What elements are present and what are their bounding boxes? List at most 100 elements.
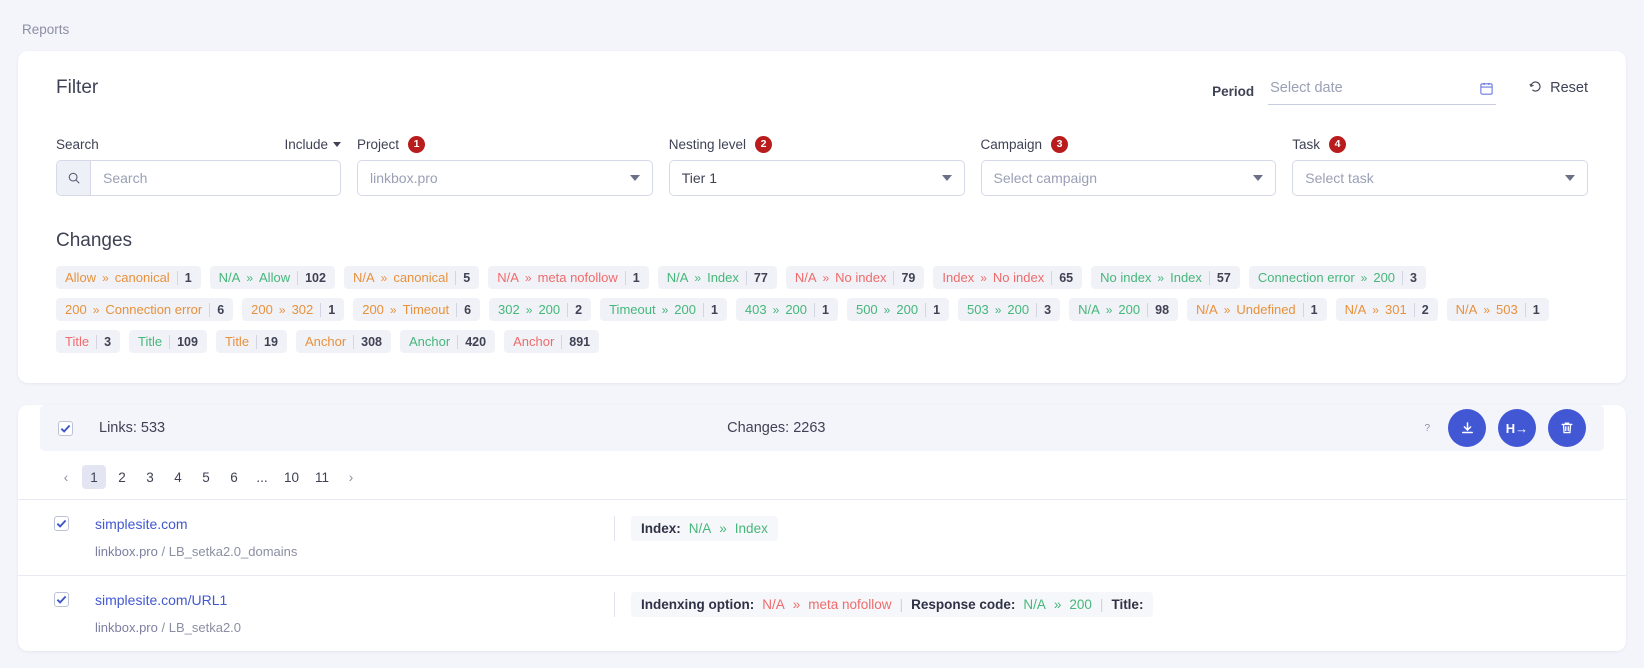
tag-to: 200	[1007, 302, 1030, 317]
period-date-input[interactable]: Select date	[1268, 77, 1497, 105]
pagination-page-6[interactable]: 6	[222, 465, 246, 489]
results-actions: ? H→	[1424, 409, 1586, 447]
change-tag[interactable]: N/A » 301 2	[1335, 298, 1438, 321]
row-url-link[interactable]: simplesite.com	[95, 516, 297, 532]
row-task[interactable]: LB_setka2.0	[169, 620, 241, 635]
tag-to: canonical	[114, 270, 170, 285]
double-chevron-right-icon: »	[772, 302, 780, 317]
double-chevron-right-icon: »	[246, 270, 254, 285]
change-tag[interactable]: Title 19	[215, 330, 287, 353]
pagination-next[interactable]: ›	[339, 465, 363, 489]
double-chevron-right-icon: »	[1157, 270, 1165, 285]
download-button[interactable]	[1448, 409, 1486, 447]
change-tag[interactable]: Connection error » 200 3	[1248, 266, 1426, 289]
tag-from: Title	[65, 334, 90, 349]
row-left: simplesite.com linkbox.pro / LB_setka2.0_…	[54, 516, 614, 559]
pagination-page-1[interactable]: 1	[82, 465, 106, 489]
change-tag[interactable]: Timeout » 200 1	[600, 298, 727, 321]
change-tag[interactable]: N/A » No index 79	[785, 266, 925, 289]
tag-from: 200	[251, 302, 273, 317]
tag-to: 200	[896, 302, 919, 317]
select-all-checkbox[interactable]	[58, 420, 73, 436]
chip-from: N/A	[688, 521, 712, 536]
project-badge: 1	[408, 135, 426, 153]
search-input[interactable]	[91, 161, 340, 195]
change-tag[interactable]: Title 109	[129, 330, 207, 353]
tag-from: N/A	[1344, 302, 1367, 317]
change-tag[interactable]: 200 » Connection error 6	[56, 298, 234, 321]
change-tag[interactable]: N/A » canonical 5	[343, 266, 480, 289]
chevron-down-icon	[941, 175, 952, 181]
change-tag[interactable]: N/A » 503 1	[1446, 298, 1549, 321]
change-tag[interactable]: N/A » meta nofollow 1	[488, 266, 649, 289]
row-checkbox[interactable]	[54, 592, 69, 607]
tag-count: 1	[624, 270, 640, 285]
pagination-page-2[interactable]: 2	[110, 465, 134, 489]
pagination-page-11[interactable]: 11	[309, 465, 335, 489]
tag-count: 6	[209, 302, 224, 317]
change-tag[interactable]: Anchor 891	[504, 330, 600, 353]
question-mark-icon[interactable]: ?	[1424, 423, 1430, 434]
calendar-icon[interactable]	[1479, 81, 1494, 96]
results-toolbar: Links: 533 Changes: 2263 ? H→	[40, 405, 1604, 451]
double-chevron-right-icon: »	[980, 270, 987, 285]
search-icon[interactable]	[57, 161, 91, 195]
change-tag[interactable]: 500 » 200 1	[846, 298, 950, 321]
change-tag[interactable]: N/A » 200 98	[1069, 298, 1179, 321]
pagination-page-3[interactable]: 3	[138, 465, 162, 489]
double-chevron-right-icon: »	[524, 270, 532, 285]
tag-to: Timeout	[402, 302, 450, 317]
change-tag[interactable]: 200 » 302 1	[242, 298, 345, 321]
task-select[interactable]: Select task	[1292, 160, 1588, 196]
project-select[interactable]: linkbox.pro	[357, 160, 653, 196]
change-tag[interactable]: 200 » Timeout 6	[353, 298, 481, 321]
pagination-page-4[interactable]: 4	[166, 465, 190, 489]
change-tag[interactable]: Index » No index 65	[933, 266, 1083, 289]
tag-from: 403	[744, 302, 767, 317]
tag-to: Index	[1170, 270, 1202, 285]
tag-count: 1	[925, 302, 940, 317]
change-tag[interactable]: N/A » Allow 102	[209, 266, 335, 289]
row-project[interactable]: linkbox.pro	[95, 620, 158, 635]
row-info: simplesite.com/URL1 linkbox.pro / LB_setk…	[95, 592, 241, 635]
pagination-prev[interactable]: ‹	[54, 465, 78, 489]
tag-count: 308	[353, 334, 382, 349]
change-tag[interactable]: 302 » 200 2	[489, 298, 592, 321]
include-toggle[interactable]: Include	[284, 137, 341, 152]
table-row: simplesite.com linkbox.pro / LB_setka2.0_…	[18, 499, 1626, 575]
campaign-select[interactable]: Select campaign	[980, 160, 1277, 196]
double-chevron-right-icon: »	[1360, 270, 1368, 285]
tag-count: 65	[1051, 270, 1073, 285]
pagination-page-10[interactable]: 10	[278, 465, 305, 489]
tag-count: 77	[745, 270, 768, 285]
change-tag[interactable]: Title 3	[56, 330, 121, 353]
pagination-page-5[interactable]: 5	[194, 465, 218, 489]
tag-from: Timeout	[609, 302, 656, 317]
search-label: Search	[56, 136, 99, 152]
chip-from: N/A	[1023, 597, 1046, 612]
double-chevron-right-icon: »	[822, 270, 830, 285]
change-tag[interactable]: Allow » canonical 1	[56, 266, 201, 289]
row-project[interactable]: linkbox.pro	[95, 544, 158, 559]
change-tag[interactable]: 503 » 200 3	[958, 298, 1061, 321]
redirect-button[interactable]: H→	[1498, 409, 1536, 447]
tag-to: No index	[835, 270, 887, 285]
delete-button[interactable]	[1548, 409, 1586, 447]
row-checkbox[interactable]	[54, 516, 69, 531]
row-task[interactable]: LB_setka2.0_domains	[169, 544, 298, 559]
change-tag[interactable]: No index » Index 57	[1091, 266, 1240, 289]
period-label: Period	[1212, 83, 1255, 99]
breadcrumb[interactable]: Reports	[0, 0, 1644, 37]
tag-to: 200	[1373, 270, 1396, 285]
tag-from: 500	[855, 302, 878, 317]
row-url-link[interactable]: simplesite.com/URL1	[95, 592, 241, 608]
change-tag[interactable]: N/A » Undefined 1	[1187, 298, 1327, 321]
row-subtitle: linkbox.pro / LB_setka2.0_domains	[95, 544, 297, 559]
nesting-select[interactable]: Tier 1	[668, 160, 965, 196]
chip-divider: |	[1099, 597, 1104, 612]
change-tag[interactable]: N/A » Index 77	[657, 266, 777, 289]
change-tag[interactable]: Anchor 308	[295, 330, 392, 353]
change-tag[interactable]: 403 » 200 1	[735, 298, 838, 321]
change-tag[interactable]: Anchor 420	[400, 330, 496, 353]
reset-button[interactable]: Reset	[1528, 79, 1588, 98]
